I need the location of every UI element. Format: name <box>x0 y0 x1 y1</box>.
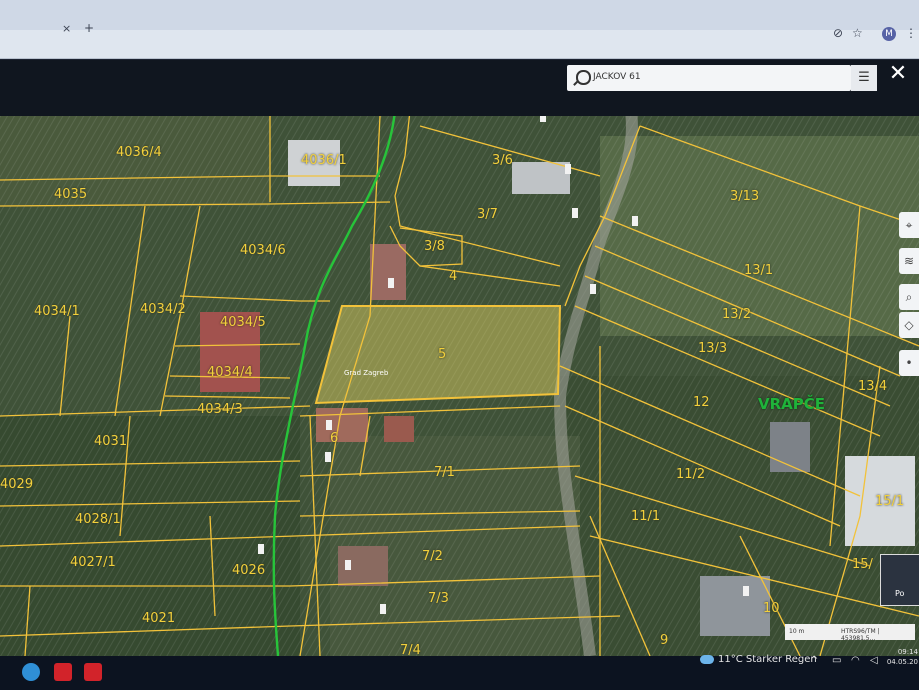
clock-time: 09:14 <box>897 648 918 656</box>
parcel-label: 12 <box>693 395 710 410</box>
acrobat-icon[interactable] <box>54 663 72 681</box>
battery-icon[interactable]: ▭ <box>832 655 841 666</box>
building <box>370 244 406 300</box>
parcel-label: 4035 <box>54 187 88 202</box>
projection-label: HTRS96/TM | 453981.5... <box>841 628 880 642</box>
parcel-label: 4036/4 <box>116 145 162 160</box>
parcel-label: 4034/4 <box>207 365 253 380</box>
layers-icon[interactable]: ≋ <box>899 248 919 274</box>
parcel-label: 11/1 <box>631 509 661 524</box>
parcel-label: 4034/2 <box>140 302 186 317</box>
parcel-label: 3/5 <box>510 116 531 117</box>
building <box>700 576 770 636</box>
scale-label: 10 m <box>789 628 805 635</box>
parcel-label: 4021 <box>142 611 176 626</box>
parcel-label: 3/7 <box>477 207 498 222</box>
browser-menu-icon[interactable]: ⋮ <box>905 26 917 40</box>
parcel-label: 11/2 <box>676 467 706 482</box>
acrobat-icon[interactable] <box>84 663 102 681</box>
parcel-label: 13/2 <box>722 307 752 322</box>
parcel-label: 5 <box>438 347 447 362</box>
building <box>384 416 414 442</box>
scale-bar: 10 m HTRS96/TM | 453981.5... <box>785 624 915 642</box>
edge-icon[interactable] <box>22 663 40 681</box>
tray-chevron-icon[interactable]: ^ <box>810 655 818 666</box>
parcel-label: 4036/1 <box>301 153 347 168</box>
parcel-label: 4028/1 <box>75 512 121 527</box>
parcel-label: 3/8 <box>424 239 445 254</box>
sliders-icon: ☰ <box>858 70 870 85</box>
parcel-label: 4029 <box>0 477 34 492</box>
parcel-label: 3/6 <box>492 153 513 168</box>
parcel-label: 4031 <box>94 434 128 449</box>
parcel-label: 13/3 <box>698 341 728 356</box>
volume-icon[interactable]: ◁ <box>870 655 878 666</box>
location-pin-icon[interactable]: ⌖ <box>899 212 919 238</box>
clock-date: 04.05.20 <box>886 658 918 666</box>
street-view-thumbnail[interactable]: Po <box>880 554 919 606</box>
building <box>512 162 570 194</box>
parcel-label: 4034/6 <box>240 243 286 258</box>
parcel-label: 9 <box>660 633 669 648</box>
close-button[interactable]: ✕ <box>884 60 912 88</box>
bookmark-star-icon[interactable]: ☆ <box>852 26 863 40</box>
wifi-icon[interactable]: ◠ <box>851 655 860 666</box>
parcel-label: 4034/1 <box>34 304 80 319</box>
parcel-label: 7/2 <box>422 549 443 564</box>
pin-icon[interactable]: • <box>899 350 919 376</box>
parcel-label: 4034/5 <box>220 315 266 330</box>
parcel-label: 15/1 <box>875 494 905 509</box>
parcel-label: 6 <box>330 431 339 446</box>
building <box>770 422 810 472</box>
thumbnail-label: Po <box>895 589 905 598</box>
weather-text: 11°C Starker Regen <box>718 654 817 665</box>
weather-widget[interactable]: 11°C Starker Regen <box>700 654 817 665</box>
browser-toolbar: × + ⊘ ☆ M ⋮ <box>0 0 919 59</box>
tab-close-icon[interactable]: × <box>62 22 71 35</box>
new-tab-button[interactable]: + <box>84 21 94 35</box>
parcel-label: 4 <box>449 269 458 284</box>
parcel-label: 10 <box>763 601 780 616</box>
blocked-icon[interactable]: ⊘ <box>833 26 843 40</box>
map-svg <box>0 116 919 656</box>
profile-avatar[interactable]: M <box>882 27 896 41</box>
parcel-label: 13/1 <box>744 263 774 278</box>
system-clock[interactable]: 09:14 04.05.20 <box>878 647 918 667</box>
parcel-label: 3/13 <box>730 189 760 204</box>
parcel-label: 4026 <box>232 563 266 578</box>
parcel-label: 7/4 <box>400 643 421 656</box>
search-input[interactable]: JACKOV 61 <box>593 72 641 82</box>
street-label: Grad Zagreb <box>344 369 389 377</box>
filter-button[interactable]: ☰ <box>851 65 877 91</box>
search-bar[interactable]: JACKOV 61 <box>567 65 851 91</box>
ruler-icon[interactable]: ◇ <box>899 312 919 338</box>
cloud-icon <box>700 654 714 664</box>
search-icon <box>576 70 591 85</box>
map-canvas[interactable]: 4036/4 4036/1 4035 3/6 3/7 3/8 4 3/13 13/1 13/2 13… <box>0 116 919 656</box>
place-label: VRAPČE <box>758 395 826 413</box>
parcel-label: 4034/3 <box>197 402 243 417</box>
parcel-label: 7/3 <box>428 591 449 606</box>
parcel-label: 4027/1 <box>70 555 116 570</box>
tab-strip <box>0 0 919 30</box>
search-location-icon[interactable]: ⌕ <box>899 284 919 310</box>
parcel-label: 15/ <box>852 557 873 572</box>
parcel-label: 7/1 <box>434 465 455 480</box>
parcel-label: 13/4 <box>858 379 888 394</box>
